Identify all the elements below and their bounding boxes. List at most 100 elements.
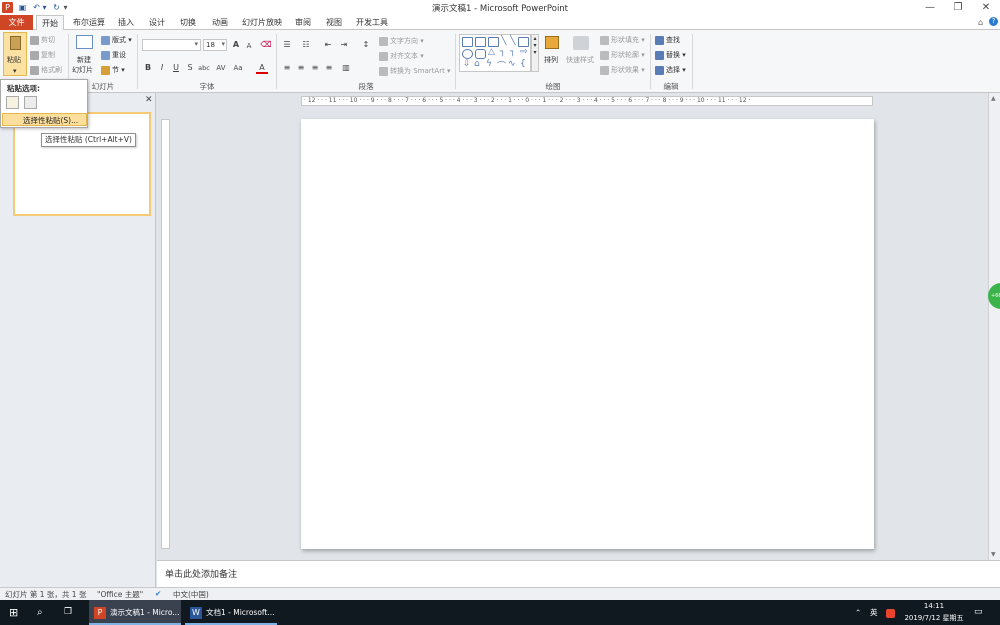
close-pane-icon[interactable]: ✕ <box>145 95 153 105</box>
char-spacing-button[interactable]: AV <box>213 62 229 74</box>
arrange-button[interactable]: 排列 <box>542 34 564 72</box>
notification-icon[interactable]: ▭ <box>974 600 983 625</box>
ime-indicator[interactable]: 英 <box>870 600 878 625</box>
clock-time[interactable]: 14:11 <box>903 602 965 610</box>
format-painter-button[interactable]: 格式刷 <box>30 65 62 75</box>
underline-button[interactable]: U <box>170 62 182 74</box>
justify-icon[interactable]: ≡ <box>323 62 335 74</box>
quick-styles-button[interactable]: 快速样式 <box>566 34 596 72</box>
grow-font-button[interactable]: A <box>230 39 242 51</box>
align-text-button[interactable]: 对齐文本 ▾ <box>379 51 424 61</box>
clear-format-icon[interactable]: ⌫ <box>260 39 272 51</box>
paste-special-item[interactable]: 选择性粘贴(S)... <box>2 113 87 126</box>
copy-button[interactable]: 复制 <box>30 50 55 60</box>
paste-picture-icon[interactable] <box>24 96 37 109</box>
decrease-indent-icon[interactable]: ⇤ <box>322 39 334 51</box>
font-color-button[interactable]: A <box>256 62 268 74</box>
rounded-rect-shape-icon[interactable] <box>475 49 486 59</box>
close-button[interactable]: ✕ <box>972 0 1000 15</box>
restore-button[interactable]: ❐ <box>944 0 972 15</box>
reset-button[interactable]: 重设 <box>101 50 126 60</box>
slide-canvas[interactable] <box>301 119 874 549</box>
textbox-shape-icon[interactable] <box>462 37 473 47</box>
elbow-connector-icon[interactable]: ┐ <box>500 47 505 57</box>
tab-review[interactable]: 审阅 <box>290 15 316 30</box>
numbering-icon[interactable]: ☷ <box>300 39 312 51</box>
pentagon-shape-icon[interactable]: ⌂ <box>474 59 480 69</box>
minimize-ribbon-icon[interactable]: ⌂ <box>978 18 983 27</box>
lightning-shape-icon[interactable]: ϟ <box>486 59 492 69</box>
shrink-font-button[interactable]: A <box>243 40 255 52</box>
tab-animations[interactable]: 动画 <box>207 15 233 30</box>
windows-start-icon[interactable]: ⊞ <box>9 600 23 625</box>
oval-shape-icon[interactable] <box>462 49 473 59</box>
language-indicator[interactable]: 中文(中国) <box>173 589 209 600</box>
tab-design[interactable]: 设计 <box>144 15 170 30</box>
vertical-scrollbar[interactable]: ▲ ▼ <box>988 93 1000 560</box>
section-button[interactable]: 节 ▾ <box>101 65 125 75</box>
change-case-button[interactable]: Aa <box>230 62 246 74</box>
task-view-icon[interactable]: ❐ <box>64 600 78 625</box>
text-direction-button[interactable]: 文字方向 ▾ <box>379 36 424 46</box>
smartart-button[interactable]: 转换为 SmartArt ▾ <box>379 66 451 76</box>
align-right-icon[interactable]: ≡ <box>309 62 321 74</box>
theme-name[interactable]: "Office 主题" <box>97 589 143 600</box>
sogou-icon[interactable] <box>886 600 895 625</box>
gallery-scroll[interactable]: ▴ ▾ ▾ <box>531 34 539 72</box>
line-shape-icon[interactable]: ╲ <box>501 36 506 46</box>
new-slide-button[interactable]: 新建 幻灯片 <box>72 33 96 77</box>
tab-file[interactable]: 文件 <box>0 15 33 30</box>
tab-transitions[interactable]: 切换 <box>175 15 201 30</box>
font-size-combo[interactable]: 18 ▾ <box>203 39 227 51</box>
scroll-up-icon[interactable]: ▲ <box>991 95 996 102</box>
scroll-down-icon[interactable]: ▼ <box>991 551 996 558</box>
down-arrow-shape-icon[interactable]: ⇩ <box>463 59 471 69</box>
cut-button[interactable]: 剪切 <box>30 35 55 45</box>
shapes-gallery[interactable]: ╲ ╲ △ ┐ ┐ ⇨ ⇩ ⌂ ϟ ⌒ ∿ { <box>459 34 531 72</box>
replace-button[interactable]: 替换 ▾ <box>655 50 686 60</box>
italic-button[interactable]: I <box>156 62 168 74</box>
brace-shape-icon[interactable]: { <box>520 59 526 69</box>
paste-keep-source-icon[interactable] <box>6 96 19 109</box>
tab-developer[interactable]: 开发工具 <box>352 15 392 30</box>
arrow-line-shape-icon[interactable]: ╲ <box>510 36 515 46</box>
bullets-icon[interactable]: ☰ <box>281 39 293 51</box>
select-button[interactable]: 选择 ▾ <box>655 65 686 75</box>
spellcheck-icon[interactable]: ✔ <box>155 589 161 598</box>
triangle-shape-icon[interactable]: △ <box>488 47 495 57</box>
line-spacing-icon[interactable]: ↕ <box>360 39 372 51</box>
taskbar-powerpoint[interactable]: P 演示文稿1 - Micro... <box>89 600 181 625</box>
bold-button[interactable]: B <box>142 62 154 74</box>
clock-date[interactable]: 2019/7/12 星期五 <box>903 613 965 623</box>
shape-effects-button[interactable]: 形状效果 ▾ <box>600 65 645 75</box>
find-button[interactable]: 查找 <box>655 35 680 45</box>
align-center-icon[interactable]: ≡ <box>295 62 307 74</box>
tray-chevron-icon[interactable]: ⌃ <box>855 600 861 625</box>
curve-shape-icon[interactable]: ∿ <box>508 59 516 69</box>
arc-shape-icon[interactable]: ⌒ <box>497 59 506 72</box>
shape-outline-button[interactable]: 形状轮廓 ▾ <box>600 50 645 60</box>
textbox-vertical-shape-icon[interactable] <box>475 37 486 47</box>
layout-button[interactable]: 版式 ▾ <box>101 35 132 45</box>
minimize-button[interactable]: — <box>916 0 944 15</box>
tab-boolean[interactable]: 布尔运算 <box>69 15 109 30</box>
strikethrough-button[interactable]: S <box>184 62 196 74</box>
tab-home[interactable]: 开始 <box>36 15 64 31</box>
columns-icon[interactable]: ▥ <box>340 62 352 74</box>
rectangle-shape-icon[interactable] <box>518 37 529 47</box>
paste-button[interactable]: 粘贴 ▾ <box>3 32 27 76</box>
notes-pane[interactable]: 单击此处添加备注 <box>157 560 1000 587</box>
increase-indent-icon[interactable]: ⇥ <box>338 39 350 51</box>
font-name-combo[interactable]: ▾ <box>142 39 201 51</box>
tab-slideshow[interactable]: 幻灯片放映 <box>239 15 285 30</box>
tab-view[interactable]: 视图 <box>321 15 347 30</box>
shape-fill-button[interactable]: 形状填充 ▾ <box>600 35 645 45</box>
elbow-arrow-icon[interactable]: ┐ <box>510 47 515 57</box>
taskbar-word[interactable]: W 文档1 - Microsoft... <box>185 600 277 625</box>
right-arrow-shape-icon[interactable]: ⇨ <box>520 47 528 57</box>
picture-shape-icon[interactable] <box>488 37 499 47</box>
search-icon[interactable]: ⌕ <box>37 600 51 625</box>
align-left-icon[interactable]: ≡ <box>281 62 293 74</box>
help-icon[interactable]: ? <box>989 17 998 26</box>
shadow-button[interactable]: abc <box>196 62 212 74</box>
